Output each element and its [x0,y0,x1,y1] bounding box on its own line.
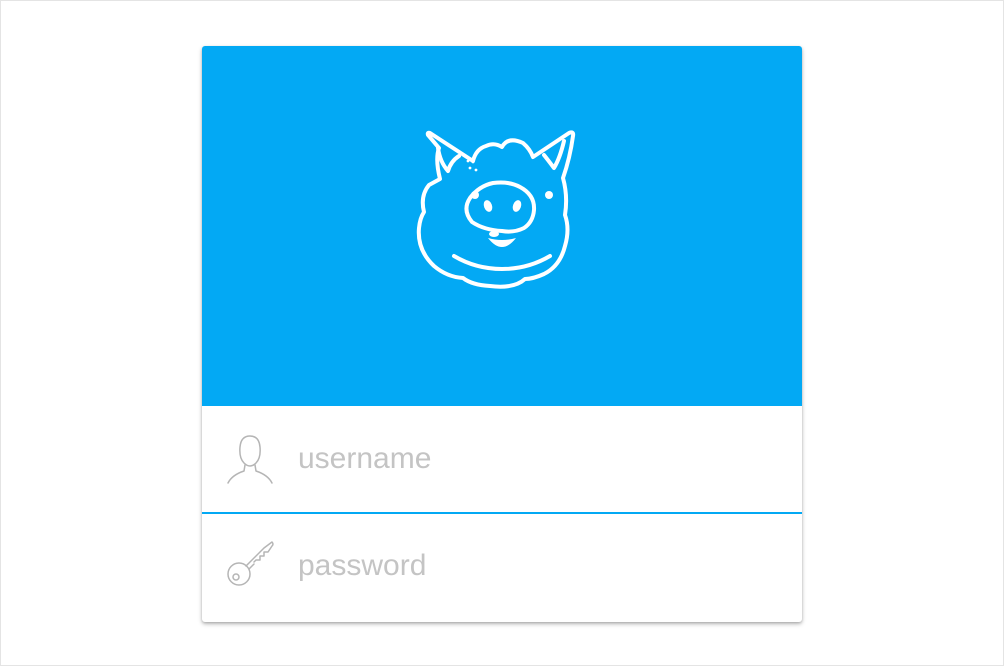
password-input[interactable] [298,541,778,591]
username-row [202,406,802,512]
login-header [202,46,802,406]
password-row [202,513,802,622]
key-icon [227,541,274,586]
login-card [202,46,802,622]
username-input[interactable] [298,434,778,484]
user-icon [227,435,273,484]
pig-logo-icon [416,130,576,289]
